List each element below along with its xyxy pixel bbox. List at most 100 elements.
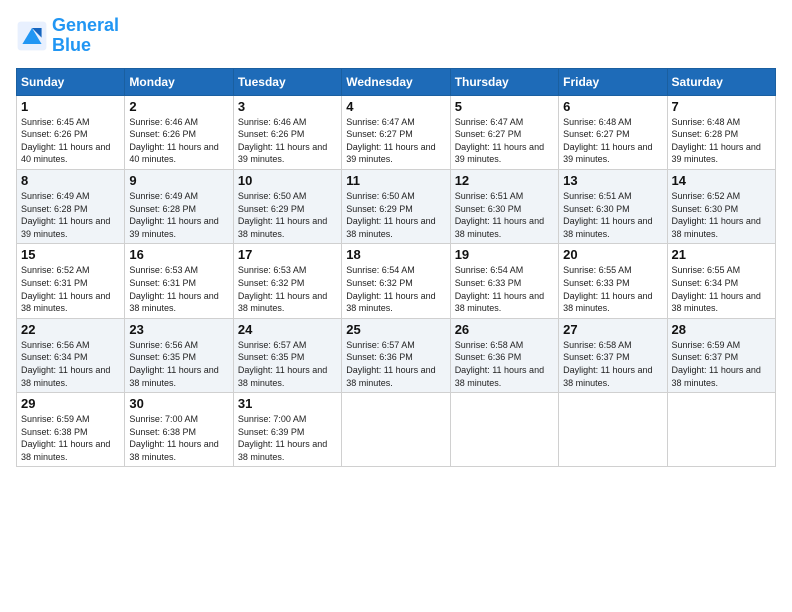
calendar-day-cell <box>667 393 775 467</box>
day-number: 29 <box>21 396 120 411</box>
day-info: Sunrise: 6:47 AMSunset: 6:27 PMDaylight:… <box>455 117 544 165</box>
day-number: 12 <box>455 173 554 188</box>
calendar-day-cell: 14 Sunrise: 6:52 AMSunset: 6:30 PMDaylig… <box>667 169 775 243</box>
weekday-header-row: SundayMondayTuesdayWednesdayThursdayFrid… <box>17 68 776 95</box>
day-number: 16 <box>129 247 228 262</box>
calendar-week-row: 1 Sunrise: 6:45 AMSunset: 6:26 PMDayligh… <box>17 95 776 169</box>
day-info: Sunrise: 6:58 AMSunset: 6:36 PMDaylight:… <box>455 340 544 388</box>
weekday-header-cell: Tuesday <box>233 68 341 95</box>
weekday-header-cell: Thursday <box>450 68 558 95</box>
page: General Blue SundayMondayTuesdayWednesda… <box>0 0 792 612</box>
day-info: Sunrise: 6:54 AMSunset: 6:32 PMDaylight:… <box>346 265 435 313</box>
weekday-header-cell: Friday <box>559 68 667 95</box>
day-number: 5 <box>455 99 554 114</box>
calendar-day-cell <box>559 393 667 467</box>
calendar-day-cell: 15 Sunrise: 6:52 AMSunset: 6:31 PMDaylig… <box>17 244 125 318</box>
day-number: 3 <box>238 99 337 114</box>
day-number: 22 <box>21 322 120 337</box>
day-number: 2 <box>129 99 228 114</box>
logo-icon <box>16 20 48 52</box>
day-number: 15 <box>21 247 120 262</box>
day-info: Sunrise: 6:46 AMSunset: 6:26 PMDaylight:… <box>129 117 218 165</box>
day-number: 7 <box>672 99 771 114</box>
weekday-header-cell: Sunday <box>17 68 125 95</box>
day-number: 9 <box>129 173 228 188</box>
calendar-day-cell: 26 Sunrise: 6:58 AMSunset: 6:36 PMDaylig… <box>450 318 558 392</box>
day-info: Sunrise: 6:47 AMSunset: 6:27 PMDaylight:… <box>346 117 435 165</box>
calendar-day-cell: 13 Sunrise: 6:51 AMSunset: 6:30 PMDaylig… <box>559 169 667 243</box>
day-number: 30 <box>129 396 228 411</box>
day-info: Sunrise: 6:55 AMSunset: 6:33 PMDaylight:… <box>563 265 652 313</box>
day-info: Sunrise: 6:53 AMSunset: 6:31 PMDaylight:… <box>129 265 218 313</box>
calendar-day-cell: 23 Sunrise: 6:56 AMSunset: 6:35 PMDaylig… <box>125 318 233 392</box>
calendar-day-cell: 20 Sunrise: 6:55 AMSunset: 6:33 PMDaylig… <box>559 244 667 318</box>
calendar-day-cell: 1 Sunrise: 6:45 AMSunset: 6:26 PMDayligh… <box>17 95 125 169</box>
day-number: 23 <box>129 322 228 337</box>
day-number: 13 <box>563 173 662 188</box>
day-info: Sunrise: 6:52 AMSunset: 6:31 PMDaylight:… <box>21 265 110 313</box>
day-info: Sunrise: 6:58 AMSunset: 6:37 PMDaylight:… <box>563 340 652 388</box>
day-info: Sunrise: 6:48 AMSunset: 6:27 PMDaylight:… <box>563 117 652 165</box>
logo: General Blue <box>16 16 119 56</box>
calendar-week-row: 8 Sunrise: 6:49 AMSunset: 6:28 PMDayligh… <box>17 169 776 243</box>
calendar-day-cell: 31 Sunrise: 7:00 AMSunset: 6:39 PMDaylig… <box>233 393 341 467</box>
day-number: 10 <box>238 173 337 188</box>
calendar-day-cell: 25 Sunrise: 6:57 AMSunset: 6:36 PMDaylig… <box>342 318 450 392</box>
day-info: Sunrise: 6:59 AMSunset: 6:38 PMDaylight:… <box>21 414 110 462</box>
day-info: Sunrise: 6:49 AMSunset: 6:28 PMDaylight:… <box>21 191 110 239</box>
day-number: 24 <box>238 322 337 337</box>
day-info: Sunrise: 6:55 AMSunset: 6:34 PMDaylight:… <box>672 265 761 313</box>
calendar-day-cell: 22 Sunrise: 6:56 AMSunset: 6:34 PMDaylig… <box>17 318 125 392</box>
day-info: Sunrise: 6:57 AMSunset: 6:36 PMDaylight:… <box>346 340 435 388</box>
day-info: Sunrise: 6:56 AMSunset: 6:34 PMDaylight:… <box>21 340 110 388</box>
day-info: Sunrise: 6:48 AMSunset: 6:28 PMDaylight:… <box>672 117 761 165</box>
day-number: 27 <box>563 322 662 337</box>
day-number: 19 <box>455 247 554 262</box>
weekday-header-cell: Monday <box>125 68 233 95</box>
day-info: Sunrise: 7:00 AMSunset: 6:38 PMDaylight:… <box>129 414 218 462</box>
day-info: Sunrise: 6:51 AMSunset: 6:30 PMDaylight:… <box>455 191 544 239</box>
calendar-week-row: 29 Sunrise: 6:59 AMSunset: 6:38 PMDaylig… <box>17 393 776 467</box>
calendar-day-cell: 30 Sunrise: 7:00 AMSunset: 6:38 PMDaylig… <box>125 393 233 467</box>
calendar-day-cell: 21 Sunrise: 6:55 AMSunset: 6:34 PMDaylig… <box>667 244 775 318</box>
calendar-day-cell: 27 Sunrise: 6:58 AMSunset: 6:37 PMDaylig… <box>559 318 667 392</box>
day-number: 21 <box>672 247 771 262</box>
calendar-day-cell: 24 Sunrise: 6:57 AMSunset: 6:35 PMDaylig… <box>233 318 341 392</box>
calendar-day-cell: 7 Sunrise: 6:48 AMSunset: 6:28 PMDayligh… <box>667 95 775 169</box>
calendar-day-cell: 6 Sunrise: 6:48 AMSunset: 6:27 PMDayligh… <box>559 95 667 169</box>
calendar-day-cell <box>342 393 450 467</box>
day-info: Sunrise: 6:51 AMSunset: 6:30 PMDaylight:… <box>563 191 652 239</box>
calendar-table: SundayMondayTuesdayWednesdayThursdayFrid… <box>16 68 776 468</box>
day-number: 17 <box>238 247 337 262</box>
day-number: 28 <box>672 322 771 337</box>
day-number: 14 <box>672 173 771 188</box>
weekday-header-cell: Wednesday <box>342 68 450 95</box>
day-info: Sunrise: 6:59 AMSunset: 6:37 PMDaylight:… <box>672 340 761 388</box>
calendar-body: 1 Sunrise: 6:45 AMSunset: 6:26 PMDayligh… <box>17 95 776 467</box>
calendar-day-cell: 9 Sunrise: 6:49 AMSunset: 6:28 PMDayligh… <box>125 169 233 243</box>
day-info: Sunrise: 6:50 AMSunset: 6:29 PMDaylight:… <box>346 191 435 239</box>
calendar-day-cell: 8 Sunrise: 6:49 AMSunset: 6:28 PMDayligh… <box>17 169 125 243</box>
weekday-header-cell: Saturday <box>667 68 775 95</box>
calendar-day-cell <box>450 393 558 467</box>
day-info: Sunrise: 7:00 AMSunset: 6:39 PMDaylight:… <box>238 414 327 462</box>
day-info: Sunrise: 6:49 AMSunset: 6:28 PMDaylight:… <box>129 191 218 239</box>
day-info: Sunrise: 6:53 AMSunset: 6:32 PMDaylight:… <box>238 265 327 313</box>
calendar-day-cell: 28 Sunrise: 6:59 AMSunset: 6:37 PMDaylig… <box>667 318 775 392</box>
day-number: 18 <box>346 247 445 262</box>
day-number: 26 <box>455 322 554 337</box>
calendar-day-cell: 3 Sunrise: 6:46 AMSunset: 6:26 PMDayligh… <box>233 95 341 169</box>
day-number: 31 <box>238 396 337 411</box>
calendar-day-cell: 17 Sunrise: 6:53 AMSunset: 6:32 PMDaylig… <box>233 244 341 318</box>
calendar-week-row: 15 Sunrise: 6:52 AMSunset: 6:31 PMDaylig… <box>17 244 776 318</box>
calendar-day-cell: 10 Sunrise: 6:50 AMSunset: 6:29 PMDaylig… <box>233 169 341 243</box>
day-number: 4 <box>346 99 445 114</box>
calendar-day-cell: 5 Sunrise: 6:47 AMSunset: 6:27 PMDayligh… <box>450 95 558 169</box>
calendar-day-cell: 12 Sunrise: 6:51 AMSunset: 6:30 PMDaylig… <box>450 169 558 243</box>
day-info: Sunrise: 6:54 AMSunset: 6:33 PMDaylight:… <box>455 265 544 313</box>
day-info: Sunrise: 6:52 AMSunset: 6:30 PMDaylight:… <box>672 191 761 239</box>
calendar-day-cell: 4 Sunrise: 6:47 AMSunset: 6:27 PMDayligh… <box>342 95 450 169</box>
day-info: Sunrise: 6:45 AMSunset: 6:26 PMDaylight:… <box>21 117 110 165</box>
day-info: Sunrise: 6:46 AMSunset: 6:26 PMDaylight:… <box>238 117 327 165</box>
logo-text: General Blue <box>52 16 119 56</box>
